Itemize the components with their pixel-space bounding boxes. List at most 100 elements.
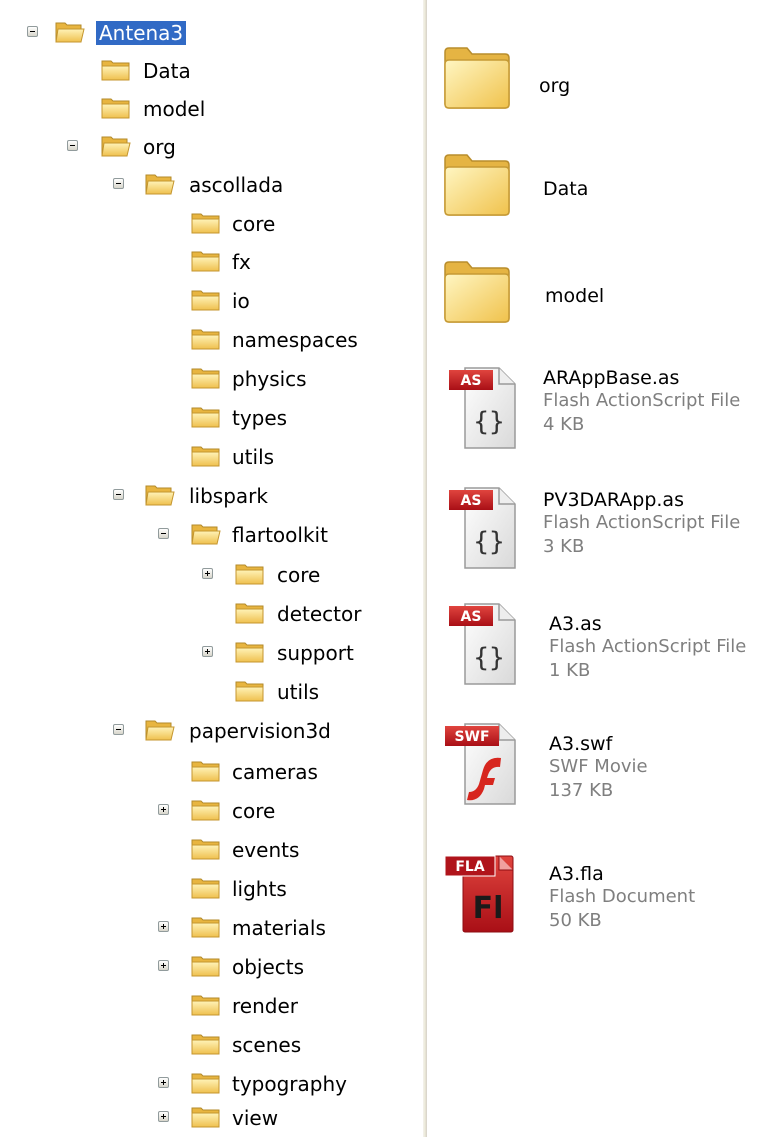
tree-node-flartoolkit-core[interactable]: core: [0, 556, 410, 594]
tree-node-view[interactable]: view: [0, 1099, 380, 1137]
expand-toggle[interactable]: [158, 921, 169, 932]
file-item-a3-swf[interactable]: SWF A3.swf SWF Movie 137 KB: [427, 718, 769, 828]
folder-icon: [191, 917, 220, 938]
expand-toggle[interactable]: [202, 646, 213, 657]
tree-node-objects[interactable]: objects: [0, 948, 380, 986]
expand-toggle[interactable]: [202, 568, 213, 579]
file-item-a3-as[interactable]: AS {} A3.as Flash ActionScript File 1 KB: [427, 598, 769, 708]
item-type: Flash ActionScript File: [543, 390, 741, 411]
tree-node-io[interactable]: io: [0, 282, 380, 320]
item-size: 137 KB: [549, 780, 614, 801]
tree-node-model[interactable]: model: [0, 90, 230, 128]
svg-text:{}: {}: [473, 407, 504, 437]
tree-node-flartoolkit[interactable]: flartoolkit: [0, 516, 380, 554]
tree-node-lights[interactable]: lights: [0, 870, 380, 908]
tree-node-render[interactable]: render: [0, 987, 380, 1025]
collapse-toggle[interactable]: [113, 178, 124, 189]
tree-node-detector[interactable]: detector: [0, 595, 410, 633]
file-list[interactable]: org Data model AS {} ARAppBase.as Flash …: [427, 0, 769, 1137]
folder-open-icon: [145, 720, 175, 741]
expand-toggle[interactable]: [158, 960, 169, 971]
tree-node-label: typography: [232, 1072, 347, 1096]
tree-node-data[interactable]: Data: [0, 52, 230, 90]
tree-node-fx[interactable]: fx: [0, 243, 380, 281]
folder-icon: [191, 329, 220, 350]
file-item-a3-fla[interactable]: FLA Fl A3.fla Flash Document 50 KB: [427, 848, 769, 958]
collapse-toggle[interactable]: [158, 528, 169, 539]
tree-node-label: types: [232, 406, 288, 430]
fla-file-icon: FLA Fl: [444, 855, 514, 933]
folder-tree[interactable]: Antena3 Data model org ascollada core fx…: [0, 0, 426, 1137]
tree-node-flartoolkit-utils[interactable]: utils: [0, 673, 410, 711]
folder-icon: [191, 995, 220, 1016]
tree-node-label: utils: [232, 445, 275, 469]
tree-node-typography[interactable]: typography: [0, 1065, 380, 1103]
tree-node-label: libspark: [189, 484, 268, 508]
tree-node-label: papervision3d: [189, 719, 331, 743]
collapse-toggle[interactable]: [113, 724, 124, 735]
folder-open-icon: [191, 524, 221, 545]
tree-node-libspark[interactable]: libspark: [0, 477, 340, 515]
tree-node-physics[interactable]: physics: [0, 360, 380, 398]
collapse-toggle[interactable]: [67, 140, 78, 151]
folder-icon: [191, 213, 220, 234]
item-size: 1 KB: [549, 660, 591, 681]
actionscript-file-icon: AS {}: [449, 367, 516, 449]
tree-node-label: view: [232, 1106, 279, 1130]
expand-toggle[interactable]: [158, 1111, 169, 1122]
item-size: 50 KB: [549, 910, 602, 931]
folder-icon: [101, 60, 130, 81]
tree-node-types[interactable]: types: [0, 399, 380, 437]
folder-icon: [235, 564, 264, 585]
tree-node-papervision3d-core[interactable]: core: [0, 792, 380, 830]
tree-node-label: cameras: [232, 760, 318, 784]
svg-text:SWF: SWF: [454, 729, 489, 745]
expand-toggle[interactable]: [158, 1077, 169, 1088]
tree-node-antena3[interactable]: Antena3: [0, 14, 230, 52]
tree-node-label: events: [232, 838, 300, 862]
folder-item-org[interactable]: org: [427, 36, 769, 126]
item-name: Data: [543, 178, 589, 200]
collapse-toggle[interactable]: [113, 489, 124, 500]
tree-node-ascollada[interactable]: ascollada: [0, 166, 340, 204]
tree-node-scenes[interactable]: scenes: [0, 1026, 380, 1064]
tree-node-label: flartoolkit: [232, 523, 328, 547]
tree-node-papervision3d[interactable]: papervision3d: [0, 712, 380, 750]
tree-node-materials[interactable]: materials: [0, 909, 380, 947]
item-type: Flash ActionScript File: [549, 636, 747, 657]
tree-node-support[interactable]: support: [0, 634, 410, 672]
folder-icon: [191, 878, 220, 899]
folder-icon: [191, 251, 220, 272]
folder-item-model[interactable]: model: [427, 250, 769, 340]
svg-text:AS: AS: [461, 609, 482, 625]
svg-text:{}: {}: [473, 527, 504, 557]
item-size: 3 KB: [543, 536, 585, 557]
tree-node-namespaces[interactable]: namespaces: [0, 321, 380, 359]
tree-node-label: ascollada: [189, 173, 284, 197]
folder-item-data[interactable]: Data: [427, 143, 769, 233]
file-item-pv3darapp[interactable]: AS {} PV3DARApp.as Flash ActionScript Fi…: [427, 482, 769, 592]
tree-node-cameras[interactable]: cameras: [0, 753, 380, 791]
tree-node-label: Data: [143, 59, 191, 83]
folder-open-icon: [55, 22, 85, 43]
tree-node-label: org: [143, 135, 176, 159]
tree-node-org[interactable]: org: [0, 128, 230, 166]
folder-open-icon: [101, 136, 131, 157]
folder-icon: [191, 407, 220, 428]
folder-icon: [191, 956, 220, 977]
folder-icon: [235, 603, 264, 624]
expand-toggle[interactable]: [158, 804, 169, 815]
folder-open-icon: [145, 485, 175, 506]
file-item-arappbase[interactable]: AS {} ARAppBase.as Flash ActionScript Fi…: [427, 362, 769, 472]
tree-node-ascollada-utils[interactable]: utils: [0, 438, 380, 476]
folder-icon: [191, 446, 220, 467]
folder-icon: [444, 47, 510, 109]
folder-icon: [235, 642, 264, 663]
tree-node-label: Antena3: [96, 21, 187, 45]
tree-node-events[interactable]: events: [0, 831, 380, 869]
item-type: Flash Document: [549, 886, 696, 907]
tree-node-label: render: [232, 994, 298, 1018]
tree-node-ascollada-core[interactable]: core: [0, 205, 380, 243]
folder-icon: [191, 761, 220, 782]
collapse-toggle[interactable]: [27, 26, 38, 37]
